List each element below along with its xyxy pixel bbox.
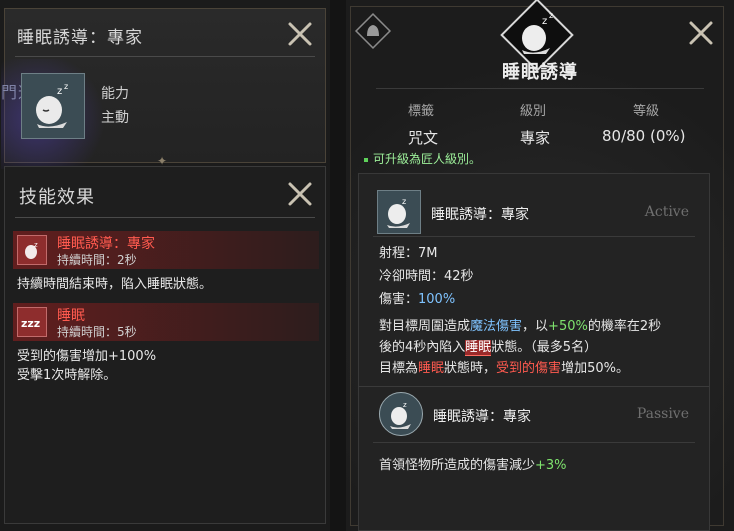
- effect-row-sleep: zzz 睡眠 持續時間：5秒: [13, 303, 319, 341]
- grade-value: 專家: [520, 129, 551, 147]
- item-header-box: 睡眠誘導：專家 門道具 z z 能力 主動: [1, 8, 326, 169]
- svg-text:z: z: [57, 86, 62, 97]
- column-header-grade: 級別: [520, 104, 547, 119]
- card-divider: [373, 236, 695, 237]
- level-value: 80/80 (0%): [602, 127, 686, 145]
- bullet-icon: [364, 157, 368, 162]
- title-divider: [376, 88, 704, 89]
- tag-value: 咒文: [408, 129, 439, 147]
- skill-effects-box: 技能效果 z 睡眠誘導：專家 持續時間：2秒 持續時間結束時，陷入睡眠狀態。 z…: [4, 166, 326, 524]
- svg-text:zzz: zzz: [21, 317, 40, 330]
- svg-text:z: z: [402, 197, 406, 206]
- close-x-icon: [288, 22, 312, 46]
- column-header-tag: 標籤: [408, 104, 435, 119]
- panel-close-button[interactable]: [688, 20, 714, 46]
- svg-text:z: z: [403, 401, 407, 409]
- effect-duration: 持續時間：2秒: [57, 253, 137, 267]
- desc-line-3: 目標為睡眠狀態時，受到的傷害增加50%。: [379, 361, 629, 376]
- column-header-level: 等級: [633, 104, 660, 119]
- ability-type: 主動: [101, 110, 129, 126]
- skill-card: z 睡眠誘導：專家 Active 射程：7M 冷卻時間：42秒 傷害：100% …: [358, 173, 710, 531]
- close-x-icon: [689, 21, 713, 45]
- svg-text:z: z: [549, 11, 553, 20]
- passive-skill-icon: z: [379, 392, 423, 436]
- passive-mode-label: Passive: [636, 406, 689, 422]
- cooldown-stat: 冷卻時間：42秒: [379, 269, 474, 284]
- passive-description: 首領怪物所造成的傷害減少+3%: [379, 458, 567, 473]
- zzz-icon: zzz: [17, 307, 47, 337]
- item-title: 睡眠誘導：專家: [17, 28, 143, 48]
- effect-row-sleep-induce: z 睡眠誘導：專家 持續時間：2秒: [13, 231, 319, 269]
- effect-desc-line: 受到的傷害增加+100%: [17, 349, 157, 364]
- item-tooltip-panel: 睡眠誘導：專家 門道具 z z 能力 主動 ✦ 技能效果: [0, 0, 330, 531]
- effect-name: 睡眠: [57, 308, 85, 324]
- effects-close-button[interactable]: [287, 181, 313, 207]
- effect-description: 受到的傷害增加+100% 受擊1次時解除。: [17, 347, 156, 385]
- sleep-induce-icon: z: [17, 235, 47, 265]
- effects-title: 技能效果: [19, 187, 95, 208]
- effects-divider: [15, 217, 315, 218]
- effect-duration: 持續時間：5秒: [57, 325, 137, 339]
- skill-detail-panel: z z 睡眠誘導 標籤 級別 等級 咒文 專家 80/80 (0%) 可升級為匠…: [346, 0, 734, 531]
- active-description: 對目標周圍造成魔法傷害，以+50%的機率在2秒 後的4秒內陷入睡眠狀態。（最多5…: [379, 316, 695, 379]
- passive-head-divider: [373, 442, 695, 443]
- effect-desc-line: 受擊1次時解除。: [17, 368, 117, 383]
- passive-divider: [359, 386, 709, 387]
- ability-label: 能力: [101, 86, 129, 102]
- close-button[interactable]: [287, 21, 313, 47]
- desc-line-1: 對目標周圍造成魔法傷害，以+50%的機率在2秒: [379, 319, 662, 334]
- active-skill-name: 睡眠誘導：專家: [431, 207, 529, 223]
- passive-skill-name: 睡眠誘導：專家: [433, 409, 531, 425]
- svg-text:z: z: [542, 16, 547, 27]
- sleeping-head-icon: z z: [36, 82, 68, 128]
- upgrade-note: 可升級為匠人級別。: [364, 150, 481, 167]
- damage-stat: 傷害：100%: [379, 292, 456, 307]
- ornament-icon: ✦: [157, 154, 168, 168]
- active-mode-label: Active: [644, 204, 689, 220]
- svg-text:z: z: [34, 241, 38, 249]
- header-divider: [15, 56, 315, 57]
- skill-icon: z z: [21, 73, 85, 139]
- close-x-icon: [288, 182, 312, 206]
- active-skill-icon: z: [377, 190, 421, 234]
- effect-name: 睡眠誘導：專家: [57, 236, 155, 252]
- range-stat: 射程：7M: [379, 246, 438, 261]
- effect-description: 持續時間結束時，陷入睡眠狀態。: [17, 277, 213, 292]
- bell-diamond-icon: [354, 12, 392, 50]
- skill-title: 睡眠誘導: [502, 62, 578, 83]
- svg-text:z: z: [64, 82, 68, 91]
- desc-line-2: 後的4秒內陷入睡眠狀態。（最多5名）: [379, 340, 598, 356]
